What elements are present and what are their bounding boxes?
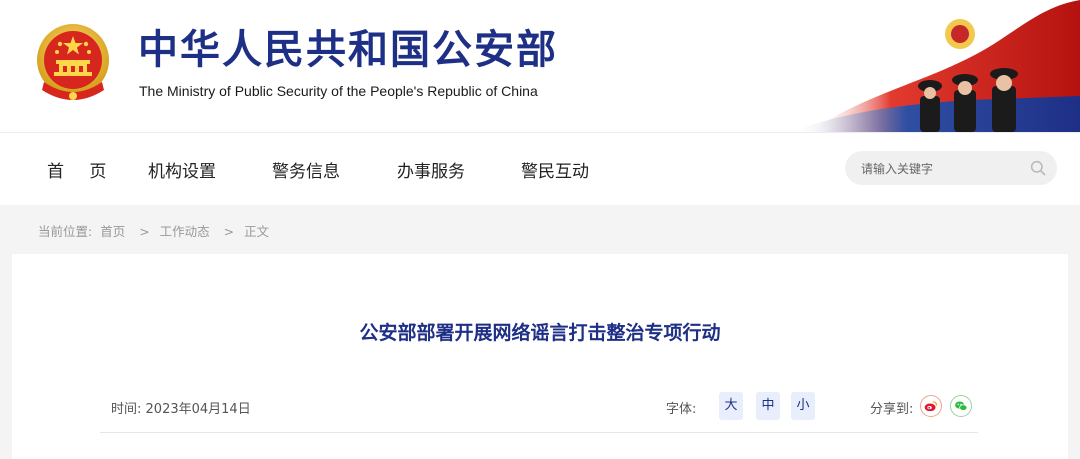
search-icon[interactable] bbox=[1030, 160, 1046, 176]
site-title: 中华人民共和国公安部 bbox=[138, 27, 558, 73]
meta-divider bbox=[100, 432, 978, 433]
breadcrumb-separator: > bbox=[223, 224, 235, 239]
font-small-button[interactable]: 小 bbox=[791, 392, 815, 420]
share-label: 分享到: bbox=[870, 402, 914, 417]
search-input[interactable] bbox=[859, 151, 1023, 187]
nav-item-interaction[interactable]: 警民互动 bbox=[521, 157, 589, 182]
weibo-icon[interactable] bbox=[920, 395, 942, 417]
breadcrumb-current: 正文 bbox=[244, 224, 270, 239]
font-medium-button[interactable]: 中 bbox=[756, 392, 780, 420]
wechat-icon[interactable] bbox=[950, 395, 972, 417]
site-subtitle: The Ministry of Public Security of the P… bbox=[139, 83, 538, 99]
font-size-label: 字体: bbox=[666, 402, 697, 417]
date-value: 2023年04月14日 bbox=[145, 402, 251, 417]
date-label: 时间: bbox=[111, 402, 142, 417]
nav-item-organization[interactable]: 机构设置 bbox=[148, 157, 216, 182]
breadcrumb: 当前位置: 首页 > 工作动态 > 正文 bbox=[38, 221, 273, 240]
nav-item-home[interactable]: 首 页 bbox=[47, 157, 116, 182]
breadcrumb-separator: > bbox=[139, 224, 150, 239]
article-title: 公安部部署开展网络谣言打击整治专项行动 bbox=[359, 322, 721, 344]
search-box bbox=[845, 151, 1057, 187]
article-card: 公安部部署开展网络谣言打击整治专项行动 时间: 2023年04月14日 字体: … bbox=[12, 254, 1068, 459]
nav-item-services[interactable]: 办事服务 bbox=[397, 157, 465, 182]
site-header: 中华人民共和国公安部 The Ministry of Public Securi… bbox=[0, 0, 1080, 132]
breadcrumb-prefix: 当前位置: bbox=[38, 224, 93, 239]
main-nav: 首 页 机构设置 警务信息 办事服务 警民互动 bbox=[0, 132, 1080, 205]
font-large-button[interactable]: 大 bbox=[719, 392, 743, 420]
nav-item-police-info[interactable]: 警务信息 bbox=[272, 157, 340, 182]
police-banner-image bbox=[790, 0, 1080, 132]
article-date: 时间: 2023年04月14日 bbox=[111, 398, 251, 417]
breadcrumb-work-news[interactable]: 工作动态 bbox=[160, 224, 210, 239]
breadcrumb-home[interactable]: 首页 bbox=[100, 224, 125, 239]
national-emblem-icon bbox=[37, 24, 109, 100]
